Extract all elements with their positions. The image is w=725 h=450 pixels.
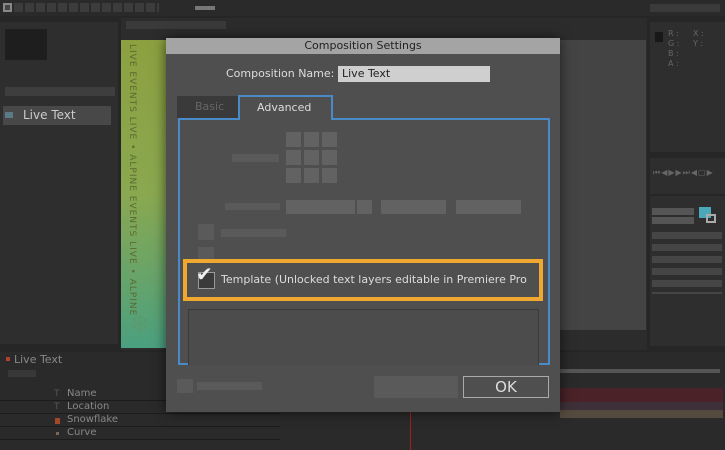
renderer-label (225, 203, 280, 210)
renderer-dropdown[interactable] (286, 200, 355, 214)
search-help-field[interactable] (650, 4, 720, 12)
layer-bar-snowflake[interactable] (560, 410, 723, 418)
tab-advanced[interactable]: Advanced (238, 95, 333, 120)
composition-name-input[interactable]: Live Text (338, 66, 490, 82)
project-item-live-text[interactable]: Live Text (3, 106, 111, 125)
character-panel (650, 196, 725, 346)
info-g-label: G : (668, 39, 680, 48)
viewer-tab[interactable] (126, 21, 226, 29)
renderer-dropdown-arrow[interactable] (357, 200, 372, 214)
snowflake-icon: ❄ (129, 310, 151, 340)
shape-layer-icon (55, 418, 60, 424)
stroke-color-swatch[interactable] (706, 214, 716, 223)
poster-preview: LIVE EVENTS LIVE • ALPINE EVENTS LIVE • … (121, 40, 166, 348)
layer-name: Snowflake (67, 414, 118, 425)
search-field[interactable] (5, 87, 115, 96)
renderer-options-button[interactable] (381, 200, 446, 214)
template-label[interactable]: Template (Unlocked text layers editable … (221, 273, 527, 286)
composition-name-value: Live Text (342, 67, 391, 80)
info-panel: R : G : B : A : X : Y : (650, 22, 725, 152)
tool-buttons[interactable] (14, 3, 159, 12)
info-r-label: R : (668, 29, 679, 38)
preview-panel: ⏮◀▶▶⏭◀▢▶ (650, 158, 725, 194)
solid-layer-icon (56, 432, 59, 435)
composition-settings-dialog: Composition Settings Composition Name: L… (166, 38, 560, 412)
layer-name: Name (67, 388, 97, 399)
option-checkbox[interactable] (198, 224, 214, 240)
option-label (221, 229, 286, 237)
timeline-ruler[interactable] (560, 369, 720, 373)
info-y-label: Y : (693, 39, 704, 48)
text-layer-icon: T (54, 402, 60, 412)
preview-checkbox[interactable] (177, 379, 193, 393)
dialog-title-bar[interactable]: Composition Settings (166, 38, 560, 54)
poster-text: LIVE EVENTS LIVE • ALPINE EVENTS LIVE • … (127, 44, 137, 317)
font-dropdown[interactable] (652, 208, 694, 215)
dialog-title: Composition Settings (304, 39, 422, 52)
description-box (188, 309, 539, 365)
anchor-grid[interactable] (286, 132, 337, 183)
ok-label: OK (495, 378, 517, 396)
composition-icon (5, 112, 13, 118)
tab-basic-label: Basic (195, 100, 225, 113)
color-swatch (655, 32, 663, 42)
info-b-label: B : (668, 49, 679, 58)
home-button[interactable] (3, 3, 12, 12)
preview-label (197, 382, 262, 390)
composition-name-label: Composition Name: (226, 67, 335, 80)
character-fields[interactable] (652, 232, 722, 294)
project-item-label: Live Text (23, 108, 76, 122)
tab-basic[interactable]: Basic (177, 96, 238, 118)
info-x-label: X : (693, 29, 704, 38)
cancel-button[interactable] (374, 376, 458, 398)
layer-name: Curve (67, 427, 97, 438)
anchor-label (232, 154, 279, 162)
thumbnail (5, 29, 47, 60)
timeline-tab-label[interactable]: Live Text (14, 353, 62, 366)
text-layer-icon: T (54, 389, 60, 399)
layer-name: Location (67, 401, 110, 412)
info-a-label: A : (668, 59, 679, 68)
comp-tab-icon (6, 357, 10, 361)
layer-bar-location[interactable] (560, 402, 723, 410)
project-panel: Live Text (0, 22, 118, 344)
layer-bar-name[interactable] (560, 388, 723, 402)
timecode[interactable] (8, 370, 36, 377)
checkmark-icon: ✔ (196, 262, 213, 286)
about-button[interactable] (456, 200, 521, 214)
layer-row[interactable]: Curve (0, 427, 280, 440)
layer-row[interactable]: Snowflake (0, 414, 280, 427)
workspace-switch[interactable] (195, 6, 215, 10)
ok-button[interactable]: OK (463, 376, 549, 398)
style-dropdown[interactable] (652, 217, 694, 224)
canvas-area (560, 40, 646, 330)
option-checkbox-2[interactable] (198, 247, 214, 259)
tab-advanced-label: Advanced (257, 101, 312, 114)
playback-controls[interactable]: ⏮◀▶▶⏭◀▢▶ (653, 168, 714, 178)
playhead[interactable] (410, 412, 411, 450)
top-toolbar (0, 0, 725, 16)
